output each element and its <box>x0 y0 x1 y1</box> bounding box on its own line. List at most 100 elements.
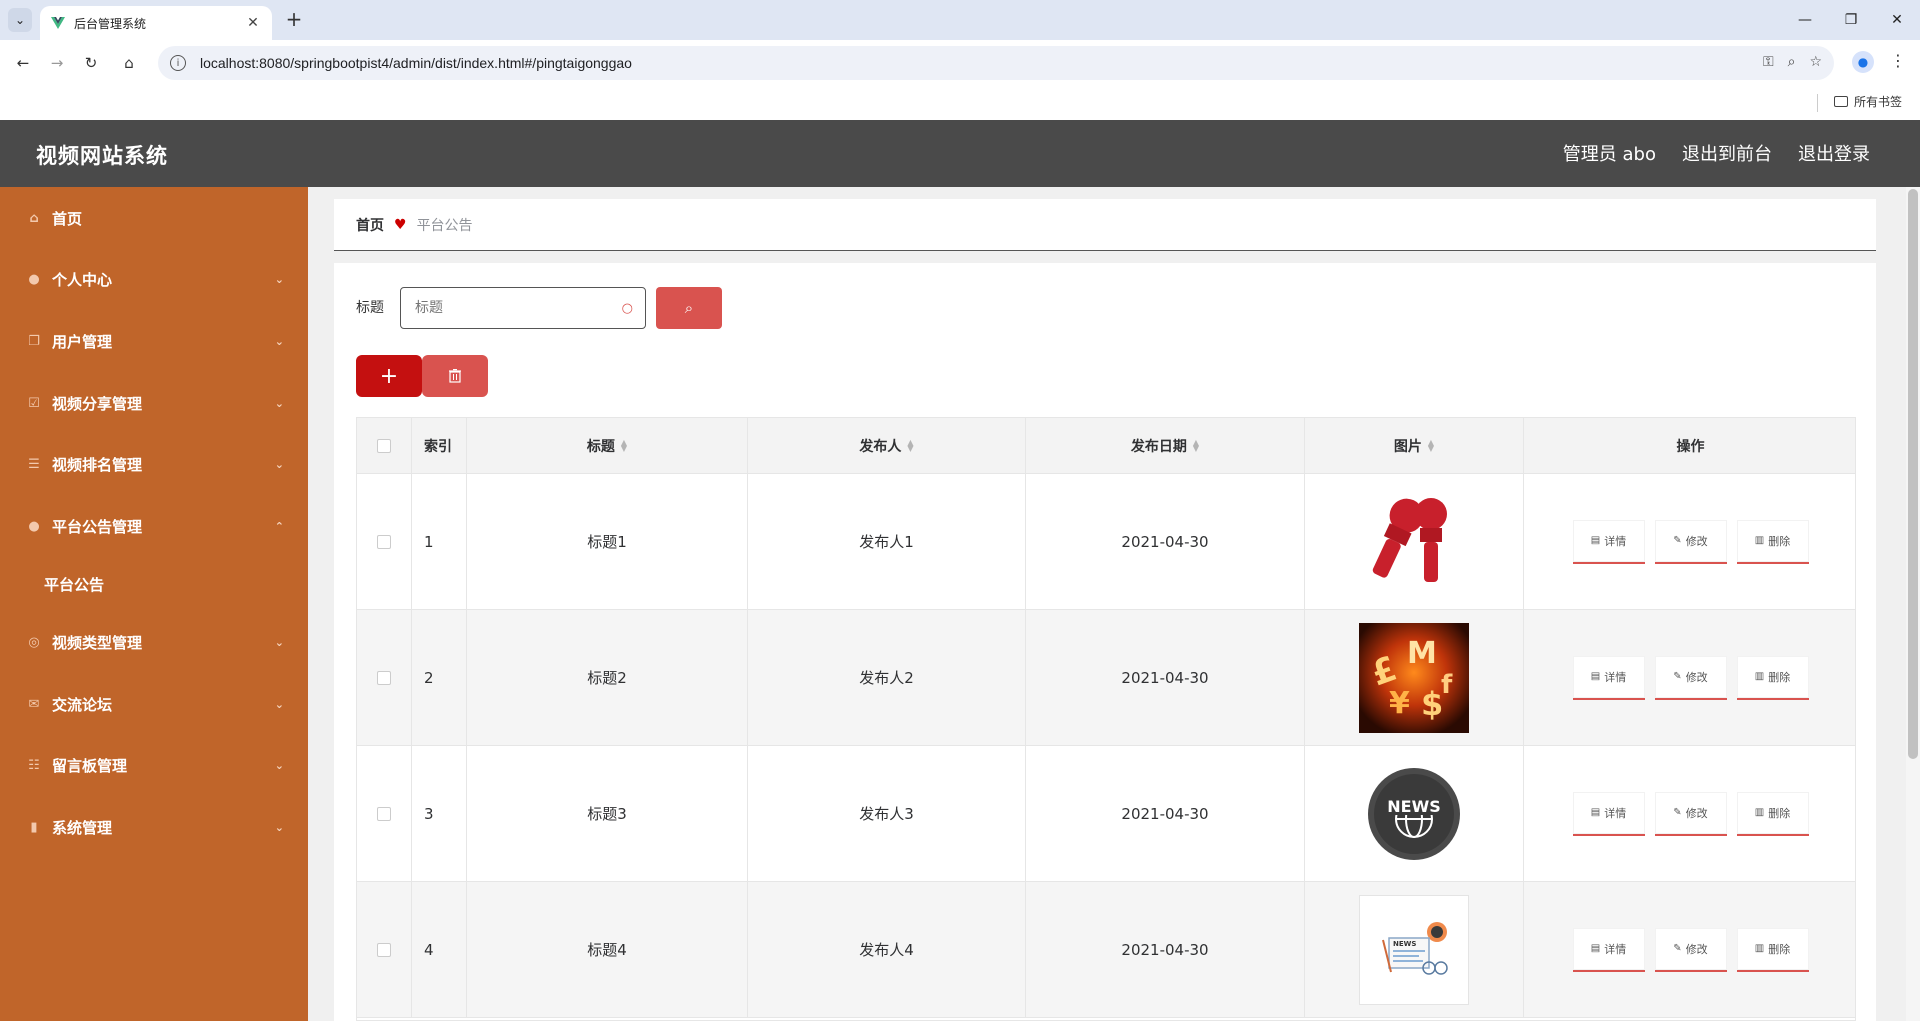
row-checkbox[interactable] <box>377 670 391 685</box>
browser-tab[interactable]: 后台管理系统 ✕ <box>40 6 272 40</box>
svg-text:NEWS: NEWS <box>1393 940 1416 948</box>
search-icon: ○ <box>621 300 633 316</box>
logout-link[interactable]: 退出登录 <box>1798 140 1870 166</box>
column-header-title[interactable]: 标题 ▲ ▼ <box>467 418 748 473</box>
column-header-label: 发布日期 <box>1130 438 1187 455</box>
row-title: 标题2 <box>467 610 748 745</box>
detail-button[interactable]: ▤ 详情 <box>1572 927 1645 972</box>
chevron-down-icon: ⌄ <box>274 758 284 772</box>
row-date: 2021-04-30 <box>1026 610 1305 745</box>
search-icon: ⌕ <box>684 299 694 317</box>
breadcrumb-home[interactable]: 首页 <box>356 215 384 235</box>
forward-icon[interactable]: → <box>46 52 68 74</box>
omnibox[interactable]: i localhost:8080/springbootpist4/admin/d… <box>158 46 1834 80</box>
news-paper-image[interactable]: NEWS <box>1359 894 1469 1005</box>
back-icon[interactable]: ← <box>12 52 34 74</box>
row-date: 2021-04-30 <box>1026 474 1305 609</box>
zoom-icon[interactable]: ⌕ <box>1788 54 1796 70</box>
sidebar-item-personal-center[interactable]: ● 个人中心 ⌄ <box>0 259 308 299</box>
password-key-icon[interactable]: ⚿ <box>1763 54 1774 70</box>
sidebar-item-announcement-management[interactable]: ● 平台公告管理 ⌃ <box>0 506 308 546</box>
delete-button[interactable]: ▥ 删除 <box>1736 655 1809 700</box>
sidebar-item-forum[interactable]: ✉ 交流论坛 ⌄ <box>0 684 308 724</box>
row-index: 1 <box>412 474 467 609</box>
detail-button[interactable]: ▤ 详情 <box>1572 655 1645 700</box>
column-header-label: 发布人 <box>859 438 902 455</box>
detail-button[interactable]: ▤ 详情 <box>1572 791 1645 836</box>
row-checkbox[interactable] <box>377 806 391 821</box>
chevron-down-icon: ⌄ <box>274 820 284 834</box>
sort-caret-icon[interactable]: ▲ ▼ <box>1428 438 1434 452</box>
currency-symbols-image[interactable]: £ M ¥ $ f <box>1359 622 1469 733</box>
browser-menu-icon[interactable]: ⋮ <box>1890 51 1906 73</box>
sidebar-item-label: 用户管理 <box>52 332 113 351</box>
minimize-icon[interactable]: — <box>1782 0 1828 40</box>
sidebar-item-user-management[interactable]: ❐ 用户管理 ⌄ <box>0 321 308 361</box>
delete-label: 删除 <box>1768 670 1791 684</box>
url-text[interactable]: localhost:8080/springbootpist4/admin/dis… <box>200 55 632 71</box>
title-search-input[interactable] <box>413 299 622 317</box>
exit-to-front-link[interactable]: 退出到前台 <box>1682 140 1772 166</box>
edit-button[interactable]: ✎ 修改 <box>1654 927 1727 972</box>
target-icon: ◎ <box>28 634 40 650</box>
delete-label: 删除 <box>1768 806 1791 820</box>
delete-label: 删除 <box>1768 942 1791 956</box>
chevron-down-icon: ⌄ <box>274 396 284 410</box>
column-header-publisher[interactable]: 发布人 ▲ ▼ <box>748 418 1026 473</box>
news-globe-image[interactable]: NEWS <box>1359 759 1469 869</box>
sidebar-item-message-board[interactable]: ☷ 留言板管理 ⌄ <box>0 745 308 785</box>
plus-icon: + <box>379 363 399 389</box>
search-button[interactable]: ⌕ <box>656 287 722 329</box>
delete-button[interactable]: ▥ 删除 <box>1736 927 1809 972</box>
title-search-field[interactable]: ○ <box>400 287 646 329</box>
edit-button[interactable]: ✎ 修改 <box>1654 519 1727 564</box>
tab-search-icon[interactable]: ⌄ <box>8 8 32 32</box>
chevron-up-icon: ⌃ <box>274 519 284 533</box>
reload-icon[interactable]: ↻ <box>80 52 102 74</box>
site-info-icon[interactable]: i <box>170 55 186 71</box>
restore-icon[interactable]: ❐ <box>1828 0 1874 40</box>
column-header-date[interactable]: 发布日期 ▲ ▼ <box>1026 418 1305 473</box>
row-publisher: 发布人4 <box>748 882 1026 1017</box>
page-scrollbar-thumb[interactable] <box>1908 189 1918 759</box>
svg-text:NEWS: NEWS <box>1387 797 1441 816</box>
column-header-image[interactable]: 图片 ▲ ▼ <box>1305 418 1524 473</box>
sidebar-item-video-type[interactable]: ◎ 视频类型管理 ⌄ <box>0 622 308 662</box>
svg-text:¥: ¥ <box>1389 686 1410 721</box>
profile-avatar-icon[interactable]: ● <box>1852 51 1874 73</box>
news-microphones-image[interactable] <box>1359 487 1469 597</box>
sort-caret-icon[interactable]: ▲ ▼ <box>1193 438 1199 452</box>
bookmark-star-icon[interactable]: ☆ <box>1809 54 1822 70</box>
sidebar-item-system[interactable]: ▮ 系统管理 ⌄ <box>0 807 308 847</box>
sidebar-item-video-share[interactable]: ☑ 视频分享管理 ⌄ <box>0 383 308 423</box>
edit-button[interactable]: ✎ 修改 <box>1654 791 1727 836</box>
row-checkbox[interactable] <box>377 942 391 957</box>
sidebar-subitem-announcement[interactable]: 平台公告 <box>44 574 104 595</box>
row-index: 3 <box>412 746 467 881</box>
edit-button[interactable]: ✎ 修改 <box>1654 655 1727 700</box>
detail-button[interactable]: ▤ 详情 <box>1572 519 1645 564</box>
sort-caret-icon[interactable]: ▲ ▼ <box>621 438 627 452</box>
add-button[interactable]: + <box>356 355 422 397</box>
tab-close-icon[interactable]: ✕ <box>244 15 262 31</box>
delete-button[interactable]: ▥ 删除 <box>1736 791 1809 836</box>
row-checkbox[interactable] <box>377 534 391 549</box>
sidebar-item-label: 视频类型管理 <box>52 633 143 652</box>
mail-icon: ✉ <box>28 696 40 712</box>
trash-icon: ▥ <box>1754 671 1765 682</box>
new-tab-icon[interactable]: + <box>282 8 306 30</box>
content-panel: 标题 ○ ⌕ + 索引 标题 ▲▼ 发布人 ▲▼ <box>334 263 1876 1021</box>
sidebar-item-video-ranking[interactable]: ☰ 视频排名管理 ⌄ <box>0 444 308 484</box>
sidebar-item-home[interactable]: ⌂ 首页 <box>0 198 308 238</box>
delete-button[interactable]: ▥ 删除 <box>1736 519 1809 564</box>
select-all-checkbox[interactable] <box>377 438 391 453</box>
chevron-down-icon: ⌄ <box>274 457 284 471</box>
row-date: 2021-04-30 <box>1026 882 1305 1017</box>
window-close-icon[interactable]: ✕ <box>1874 0 1920 40</box>
sort-caret-icon[interactable]: ▲ ▼ <box>907 438 913 452</box>
document-icon: ▤ <box>1590 671 1601 682</box>
all-bookmarks-button[interactable]: 所有书签 <box>1834 93 1902 110</box>
chevron-down-icon: ⌄ <box>274 334 284 348</box>
batch-delete-button[interactable] <box>422 355 488 397</box>
home-page-icon[interactable]: ⌂ <box>118 52 140 74</box>
